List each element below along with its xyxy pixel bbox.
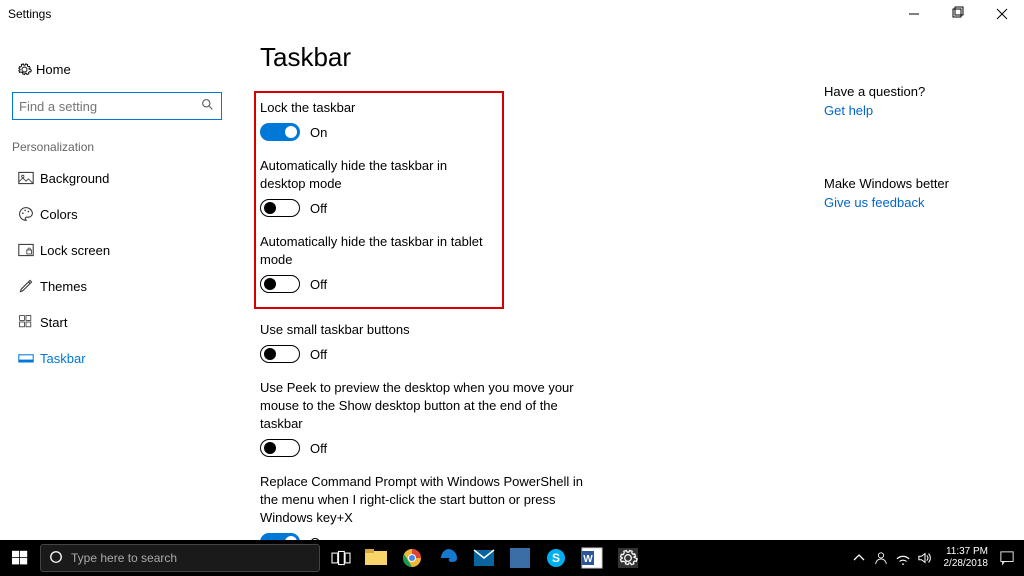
sidebar-item-label: Taskbar bbox=[40, 351, 86, 366]
tray-time: 11:37 PM bbox=[944, 546, 989, 558]
setting-label: Automatically hide the taskbar in deskto… bbox=[260, 157, 494, 193]
search-box[interactable] bbox=[12, 92, 222, 120]
feedback-title: Make Windows better bbox=[824, 176, 1004, 191]
toggle-state: Off bbox=[310, 441, 327, 456]
gear-icon bbox=[12, 62, 36, 77]
sidebar-item-lockscreen[interactable]: Lock screen bbox=[12, 232, 240, 268]
close-button[interactable] bbox=[980, 0, 1024, 28]
taskbar-app-mail[interactable] bbox=[466, 540, 502, 576]
svg-text:S: S bbox=[552, 551, 560, 565]
give-feedback-link[interactable]: Give us feedback bbox=[824, 195, 924, 210]
taskbar-app-settings[interactable] bbox=[610, 540, 646, 576]
setting-small-buttons: Use small taskbar buttons Off bbox=[260, 321, 780, 363]
setting-label: Replace Command Prompt with Windows Powe… bbox=[260, 473, 590, 527]
highlight-box: Lock the taskbar On Automatically hide t… bbox=[254, 91, 504, 309]
toggle-state: Off bbox=[310, 201, 327, 216]
minimize-icon bbox=[909, 9, 919, 19]
task-view-button[interactable] bbox=[324, 540, 358, 576]
setting-label: Use small taskbar buttons bbox=[260, 321, 590, 339]
tray-action-center-icon[interactable] bbox=[996, 540, 1018, 576]
brush-icon bbox=[12, 278, 40, 294]
tray-chevron-up-icon[interactable] bbox=[848, 540, 870, 576]
search-icon bbox=[201, 98, 221, 114]
window-title: Settings bbox=[8, 7, 51, 21]
word-icon: W bbox=[582, 548, 602, 568]
toggle-peek[interactable] bbox=[260, 439, 300, 457]
sidebar-home[interactable]: Home bbox=[12, 52, 240, 86]
setting-peek: Use Peek to preview the desktop when you… bbox=[260, 379, 780, 457]
minimize-button[interactable] bbox=[892, 0, 936, 28]
maximize-icon bbox=[953, 9, 963, 19]
image-icon bbox=[12, 170, 40, 186]
sidebar-item-label: Lock screen bbox=[40, 243, 110, 258]
edge-icon bbox=[438, 548, 458, 568]
help-question-title: Have a question? bbox=[824, 84, 1004, 99]
sidebar-item-label: Colors bbox=[40, 207, 78, 222]
tray-clock[interactable]: 11:37 PM 2/28/2018 bbox=[936, 546, 997, 570]
tray-date: 2/28/2018 bbox=[944, 558, 989, 570]
taskbar-app-explorer[interactable] bbox=[358, 540, 394, 576]
cortana-icon bbox=[41, 550, 71, 567]
toggle-small-buttons[interactable] bbox=[260, 345, 300, 363]
taskbar-app-edge[interactable] bbox=[430, 540, 466, 576]
lockscreen-icon bbox=[12, 242, 40, 258]
taskbar-search[interactable]: Type here to search bbox=[40, 544, 320, 572]
toggle-lock-taskbar[interactable] bbox=[260, 123, 300, 141]
setting-autohide-desktop: Automatically hide the taskbar in deskto… bbox=[260, 157, 494, 217]
folder-icon bbox=[365, 549, 387, 567]
page-title: Taskbar bbox=[260, 42, 780, 73]
home-label: Home bbox=[36, 62, 71, 77]
sidebar-item-label: Background bbox=[40, 171, 109, 186]
sidebar-item-label: Themes bbox=[40, 279, 87, 294]
setting-label: Use Peek to preview the desktop when you… bbox=[260, 379, 590, 433]
palette-icon bbox=[12, 206, 40, 222]
taskbar-app-word[interactable]: W bbox=[574, 540, 610, 576]
chrome-icon bbox=[402, 548, 422, 568]
taskbar-app-generic-1[interactable] bbox=[502, 540, 538, 576]
skype-icon: S bbox=[546, 548, 566, 568]
sidebar-group-header: Personalization bbox=[12, 140, 240, 154]
get-help-link[interactable]: Get help bbox=[824, 103, 873, 118]
sidebar-item-label: Start bbox=[40, 315, 67, 330]
start-button[interactable] bbox=[0, 540, 40, 576]
setting-lock-taskbar: Lock the taskbar On bbox=[260, 99, 494, 141]
search-input[interactable] bbox=[13, 99, 201, 114]
windows-icon bbox=[12, 550, 28, 566]
tray-network-icon[interactable] bbox=[892, 540, 914, 576]
close-icon bbox=[997, 9, 1007, 19]
start-icon bbox=[12, 314, 40, 330]
toggle-state: On bbox=[310, 125, 327, 140]
sidebar-item-start[interactable]: Start bbox=[12, 304, 240, 340]
setting-autohide-tablet: Automatically hide the taskbar in tablet… bbox=[260, 233, 494, 293]
taskbar-icon bbox=[12, 350, 40, 366]
maximize-button[interactable] bbox=[936, 0, 980, 28]
taskbar-app-skype[interactable]: S bbox=[538, 540, 574, 576]
setting-label: Automatically hide the taskbar in tablet… bbox=[260, 233, 494, 269]
sidebar-item-themes[interactable]: Themes bbox=[12, 268, 240, 304]
windows-taskbar: Type here to search S W 11:37 PM 2/28/20… bbox=[0, 540, 1024, 576]
sidebar-item-background[interactable]: Background bbox=[12, 160, 240, 196]
toggle-state: Off bbox=[310, 347, 327, 362]
svg-text:W: W bbox=[583, 554, 593, 565]
toggle-state: Off bbox=[310, 277, 327, 292]
taskbar-search-placeholder: Type here to search bbox=[71, 551, 177, 565]
toggle-autohide-tablet[interactable] bbox=[260, 275, 300, 293]
sidebar-item-taskbar[interactable]: Taskbar bbox=[12, 340, 240, 376]
settings-icon bbox=[618, 548, 638, 568]
toggle-autohide-desktop[interactable] bbox=[260, 199, 300, 217]
setting-label: Lock the taskbar bbox=[260, 99, 494, 117]
tray-people-icon[interactable] bbox=[870, 540, 892, 576]
tray-volume-icon[interactable] bbox=[914, 540, 936, 576]
sidebar-item-colors[interactable]: Colors bbox=[12, 196, 240, 232]
mail-icon bbox=[474, 550, 494, 566]
task-view-icon bbox=[332, 551, 350, 565]
app-icon bbox=[510, 548, 530, 568]
taskbar-app-chrome[interactable] bbox=[394, 540, 430, 576]
